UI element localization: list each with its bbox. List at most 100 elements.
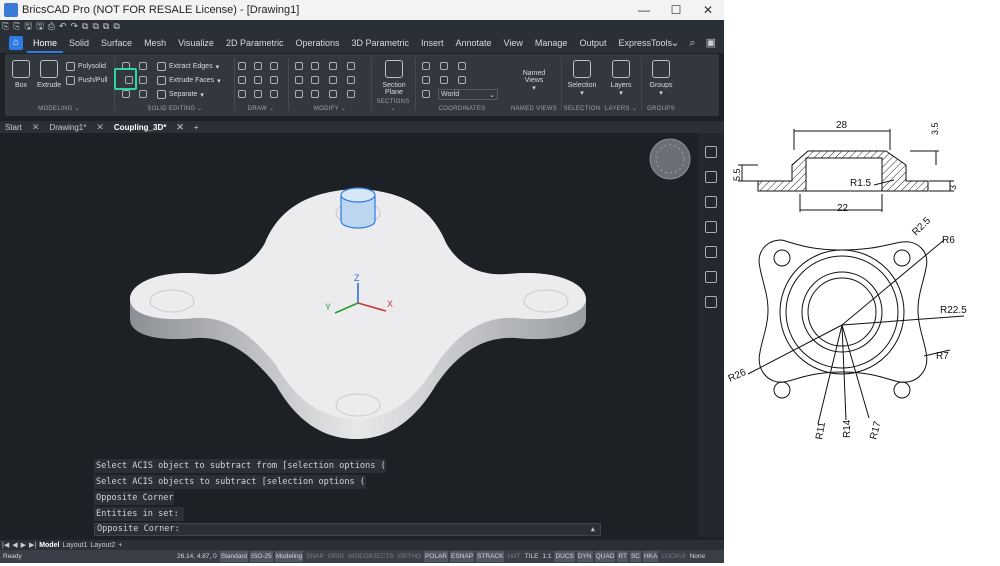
qat-tool-icon[interactable]: ⧉	[113, 20, 119, 33]
layout-tab-layout1[interactable]: Layout1	[62, 542, 87, 549]
search-icon[interactable]: ⌕	[689, 33, 695, 53]
modify-label[interactable]: MODIFY ⌄	[291, 105, 369, 112]
ucs-face-icon[interactable]	[422, 76, 430, 84]
groups-button[interactable]: Groups ▾	[645, 60, 677, 97]
toggle-ortho[interactable]: ORTHO	[397, 551, 422, 562]
toggle-hideobjects[interactable]: HIDEOBJECTS	[347, 551, 395, 562]
structure-icon[interactable]	[705, 271, 717, 283]
tab-output[interactable]: Output	[573, 33, 612, 53]
polyline-icon[interactable]	[238, 62, 246, 70]
polysolid-button[interactable]: Polysolid	[66, 62, 106, 71]
ucs-previous-icon[interactable]	[458, 62, 466, 70]
rectangle-icon[interactable]	[254, 90, 262, 98]
app-menu-icon[interactable]: ⌂	[9, 36, 23, 50]
qat-tool-icon[interactable]: ⧉	[103, 20, 109, 33]
qat-tool-icon[interactable]: ⧉	[82, 20, 88, 33]
next-layout-icon[interactable]: ▶	[21, 541, 26, 549]
save-as-icon[interactable]: 🖫	[36, 20, 44, 33]
layout-tab-model[interactable]: Model	[39, 542, 59, 549]
toggle-hka[interactable]: HKA	[643, 551, 659, 562]
ucs-world-icon[interactable]	[440, 62, 448, 70]
extrude-button[interactable]: Extrude	[37, 60, 61, 89]
mirror-icon[interactable]	[329, 62, 337, 70]
layout-tab-layout2[interactable]: Layout2	[90, 542, 115, 549]
tab-view[interactable]: View	[498, 33, 529, 53]
tab-visualize[interactable]: Visualize	[172, 33, 220, 53]
toggle-lwt[interactable]: LWT	[506, 551, 521, 562]
close-tab-icon[interactable]: ✕	[32, 122, 40, 133]
close-tab-icon[interactable]: ✕	[176, 122, 184, 133]
toggle-rt[interactable]: RT	[617, 551, 628, 562]
copy-icon[interactable]	[311, 62, 319, 70]
first-layout-icon[interactable]: |◀	[2, 541, 9, 549]
ucs-select[interactable]: World ⌄	[438, 89, 498, 100]
intersect-icon[interactable]	[139, 62, 147, 70]
status-iso25[interactable]: ISO-25	[250, 551, 273, 562]
hatch-icon[interactable]	[270, 90, 278, 98]
tab-3d-parametric[interactable]: 3D Parametric	[345, 33, 415, 53]
offset-icon[interactable]	[295, 76, 303, 84]
open-icon[interactable]: ⎘	[13, 20, 20, 33]
solid-editing-label[interactable]: SOLID EDITING ⌄	[117, 105, 233, 112]
close-tab-icon[interactable]: ✕	[96, 122, 104, 133]
expand-history-icon[interactable]: ▲	[591, 524, 595, 535]
maximize-button[interactable]: ☐	[660, 0, 692, 20]
new-icon[interactable]: ⎘	[2, 20, 9, 33]
interfere-icon[interactable]	[139, 90, 147, 98]
settings-icon[interactable]: ▣	[706, 33, 716, 53]
tab-surface[interactable]: Surface	[95, 33, 138, 53]
toggle-strack[interactable]: STRACK	[476, 551, 505, 562]
toggle-sc[interactable]: SC	[629, 551, 641, 562]
last-layout-icon[interactable]: ▶|	[29, 541, 36, 549]
tab-mesh[interactable]: Mesh	[138, 33, 172, 53]
ucs-icon[interactable]	[422, 62, 430, 70]
array-icon[interactable]	[347, 62, 355, 70]
status-scale[interactable]: 1:1	[541, 551, 552, 562]
tab-insert[interactable]: Insert	[415, 33, 450, 53]
imprint-icon[interactable]	[122, 90, 130, 98]
redo-icon[interactable]: ↷	[71, 20, 79, 33]
modeling-label[interactable]: MODELING ⌄	[5, 105, 113, 112]
layers-button[interactable]: Layers ▾	[605, 60, 637, 97]
status-modeling[interactable]: Modeling	[274, 551, 304, 562]
push-pull-button[interactable]: Push/Pull	[66, 76, 108, 85]
save-icon[interactable]: 🖫	[24, 20, 32, 33]
fillet-icon[interactable]	[347, 76, 355, 84]
toggle-snap[interactable]: SNAP	[305, 551, 325, 562]
toggle-lockui[interactable]: LOCKUI	[660, 551, 686, 562]
rotate-icon[interactable]	[270, 62, 278, 70]
erase-icon[interactable]	[295, 90, 303, 98]
status-standard[interactable]: Standard	[219, 551, 249, 562]
undo-icon[interactable]: ↶	[59, 20, 67, 33]
ucs-view-icon[interactable]	[458, 76, 466, 84]
circle-icon[interactable]	[270, 76, 278, 84]
library-icon[interactable]	[705, 221, 717, 233]
close-button[interactable]: ✕	[692, 0, 724, 20]
status-none[interactable]: None	[689, 551, 707, 562]
parameters-icon[interactable]	[705, 246, 717, 258]
tab-expresstools[interactable]: ExpressTools	[612, 33, 678, 53]
box-button[interactable]: Box	[12, 60, 30, 89]
extract-edges-button[interactable]: Extract Edges ▾	[157, 62, 219, 71]
qat-tool-icon[interactable]: ⧉	[92, 20, 98, 33]
tab-annotate[interactable]: Annotate	[450, 33, 498, 53]
section-plane-button[interactable]: Section Plane	[379, 60, 409, 96]
toggle-ducs[interactable]: DUCS	[554, 551, 575, 562]
toggle-polar[interactable]: POLAR	[423, 551, 449, 562]
arc-icon[interactable]	[238, 76, 246, 84]
draw-label[interactable]: DRAW ⌄	[236, 105, 286, 112]
extend-icon[interactable]	[329, 76, 337, 84]
toggle-dyn[interactable]: DYN	[576, 551, 593, 562]
layers-label[interactable]: LAYERS ⌄	[603, 105, 639, 112]
doc-tab-start[interactable]: Start ✕	[0, 122, 44, 133]
print-icon[interactable]: ⎙	[48, 20, 55, 33]
attachments-icon[interactable]	[705, 196, 717, 208]
doc-tab-drawing1[interactable]: Drawing1* ✕	[44, 122, 108, 133]
properties-icon[interactable]	[705, 146, 717, 158]
add-tab-icon[interactable]: +	[189, 123, 204, 132]
toggle-tile[interactable]: TILE	[524, 551, 540, 562]
toggle-grid[interactable]: GRID	[327, 551, 345, 562]
tab-2d-parametric[interactable]: 2D Parametric	[220, 33, 290, 53]
move-icon[interactable]	[295, 62, 303, 70]
layers-panel-icon[interactable]	[705, 171, 717, 183]
